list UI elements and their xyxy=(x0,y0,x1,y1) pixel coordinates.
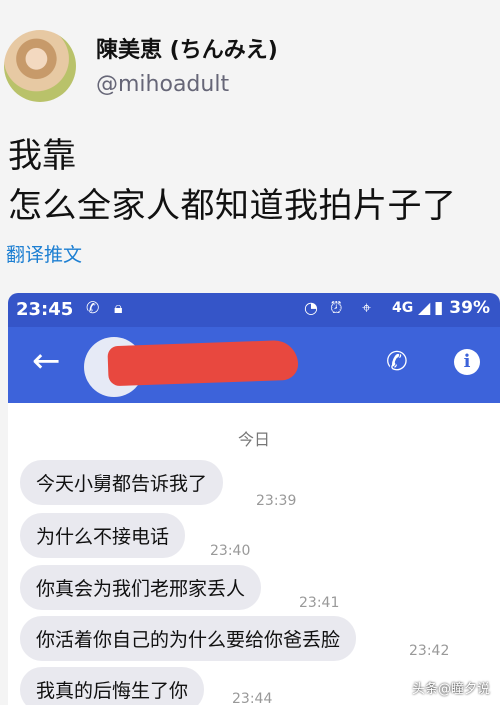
message-text: 今天小舅都告诉我了 xyxy=(20,460,224,505)
data-saver-icon: ◔ xyxy=(304,298,318,317)
message-time: 23:41 xyxy=(299,595,340,611)
chat-app-bar: ← ✆ i xyxy=(8,327,500,403)
back-arrow-icon[interactable]: ← xyxy=(32,341,61,381)
message-time: 23:44 xyxy=(232,691,273,705)
translate-tweet-link[interactable]: 翻译推文 xyxy=(6,240,82,267)
message-text: 我真的后悔生了你 xyxy=(20,667,205,705)
info-icon[interactable]: i xyxy=(454,349,480,375)
message-bubble[interactable]: 为什么不接电话 xyxy=(20,513,186,558)
battery-icon: ▮ xyxy=(434,298,444,318)
phone-call-icon[interactable]: ✆ xyxy=(386,347,408,377)
message-bubble[interactable]: 我真的后悔生了你 xyxy=(20,667,205,705)
call-forward-icon: ✆ xyxy=(86,298,100,317)
message-text: 你活着你自己的为什么要给你爸丢脸 xyxy=(20,616,357,661)
profile-avatar[interactable] xyxy=(4,30,76,102)
alarm-icon: ⏰︎ xyxy=(330,298,343,317)
message-time: 23:39 xyxy=(256,493,297,509)
battery-level: ▮ 39% xyxy=(434,298,490,318)
network-type: 4G xyxy=(392,300,414,316)
message-text: 为什么不接电话 xyxy=(20,513,186,558)
tweet-text-line-1: 我靠 xyxy=(8,136,76,176)
message-text: 你真会为我们老邢家丢人 xyxy=(20,565,262,610)
date-divider: 今日 xyxy=(237,430,270,449)
message-time: 23:42 xyxy=(409,643,450,659)
location-icon: ⌖ xyxy=(362,298,372,317)
watermark: 头条@瞳夕说 xyxy=(411,682,490,697)
message-bubble[interactable]: 你真会为我们老邢家丢人 xyxy=(20,565,262,610)
status-time: 23:45 xyxy=(16,299,74,320)
status-bar: 23:45 ✆ 🔒︎ ◔ ⏰︎ ⌖ 4G ◢ ▮ 39% xyxy=(8,293,500,327)
message-time: 23:40 xyxy=(210,543,251,559)
user-handle[interactable]: @mihoadult xyxy=(96,72,229,97)
tweet-text-line-2: 怎么全家人都知道我拍片子了 xyxy=(8,186,457,226)
display-name[interactable]: 陳美恵 (ちんみえ) xyxy=(96,32,278,64)
chat-screenshot: 23:45 ✆ 🔒︎ ◔ ⏰︎ ⌖ 4G ◢ ▮ 39% ← ✆ i 今日 今天… xyxy=(8,293,500,705)
lock-icon: 🔒︎ xyxy=(114,298,123,317)
signal-icon: ◢ xyxy=(418,298,431,317)
message-bubble[interactable]: 你活着你自己的为什么要给你爸丢脸 xyxy=(20,616,357,661)
redacted-contact-name xyxy=(107,339,299,387)
message-bubble[interactable]: 今天小舅都告诉我了 xyxy=(20,460,224,505)
battery-percent: 39% xyxy=(449,298,490,318)
